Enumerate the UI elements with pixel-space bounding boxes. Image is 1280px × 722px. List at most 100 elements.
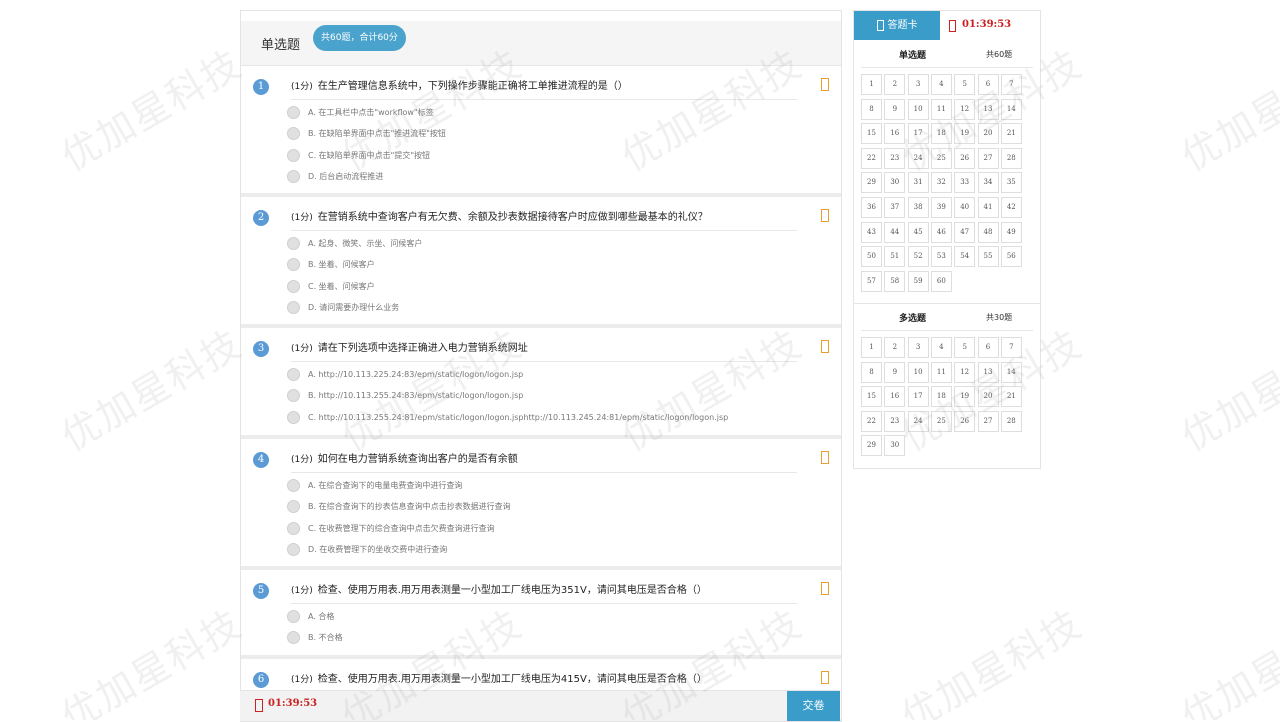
question-index-cell[interactable]: 17 [907,386,929,408]
question-index-cell[interactable]: 18 [930,386,952,408]
question-index-cell[interactable]: 30 [884,172,906,194]
bookmark-icon[interactable] [821,451,829,464]
radio-button[interactable] [287,631,300,644]
question-index-cell[interactable]: 2 [884,74,906,95]
question-index-cell[interactable]: 55 [977,246,999,268]
question-index-cell[interactable]: 9 [884,361,906,383]
question-index-cell[interactable]: 11 [930,361,952,383]
question-index-cell[interactable]: 35 [1000,172,1022,194]
radio-button[interactable] [287,148,300,162]
radio-button[interactable] [287,236,300,250]
question-index-cell[interactable]: 4 [930,74,952,95]
question-index-cell[interactable]: 30 [884,435,906,457]
question-index-cell[interactable]: 5 [954,74,976,95]
bookmark-icon[interactable] [821,340,829,353]
question-index-cell[interactable]: 22 [861,147,882,169]
question-index-cell[interactable]: 10 [907,361,929,383]
question-index-cell[interactable]: 2 [884,337,906,358]
question-index-cell[interactable]: 18 [930,123,952,145]
bookmark-icon[interactable] [821,582,829,595]
question-index-cell[interactable]: 45 [907,221,929,243]
question-index-cell[interactable]: 8 [861,98,882,120]
question-index-cell[interactable]: 26 [954,410,976,432]
radio-button[interactable] [287,410,300,424]
question-index-cell[interactable]: 23 [884,147,906,169]
radio-button[interactable] [287,609,300,623]
answer-option[interactable]: B. 不合格 [287,630,343,646]
question-index-cell[interactable]: 40 [954,197,976,218]
question-index-cell[interactable]: 58 [884,270,906,292]
question-index-cell[interactable]: 37 [884,197,906,218]
question-index-cell[interactable]: 3 [907,74,929,95]
question-index-cell[interactable]: 50 [861,246,882,268]
question-index-cell[interactable]: 26 [954,147,976,169]
answer-option[interactable]: D. 后台启动流程推进 [287,169,383,185]
radio-button[interactable] [287,301,300,314]
question-index-cell[interactable]: 21 [1000,123,1022,145]
question-index-cell[interactable]: 17 [907,123,929,145]
question-index-cell[interactable]: 46 [930,221,952,243]
question-index-cell[interactable]: 47 [954,221,976,243]
question-index-cell[interactable]: 33 [954,172,976,194]
radio-button[interactable] [287,105,300,119]
question-index-cell[interactable]: 48 [977,221,999,243]
radio-button[interactable] [287,170,300,183]
question-index-cell[interactable]: 54 [954,246,976,268]
radio-button[interactable] [287,500,300,513]
answer-option[interactable]: B. 在缺陷单界面中点击"推进流程"按钮 [287,126,446,142]
question-index-cell[interactable]: 28 [1000,410,1022,432]
question-index-cell[interactable]: 27 [977,410,999,432]
question-index-cell[interactable]: 41 [977,197,999,218]
question-index-cell[interactable]: 23 [884,410,906,432]
answer-option[interactable]: A. 合格 [287,608,334,624]
question-index-cell[interactable]: 3 [907,337,929,358]
question-index-cell[interactable]: 49 [1000,221,1022,243]
answer-option[interactable]: C. 在收费管理下的综合查询中点击欠费查询进行查询 [287,520,495,536]
question-index-cell[interactable]: 56 [1000,246,1022,268]
question-index-cell[interactable]: 7 [1000,337,1022,358]
bookmark-icon[interactable] [821,671,829,684]
question-index-cell[interactable]: 19 [954,123,976,145]
question-index-cell[interactable]: 53 [930,246,952,268]
question-index-cell[interactable]: 1 [861,74,882,95]
question-index-cell[interactable]: 5 [954,337,976,358]
answer-option[interactable]: D. 请问需要办理什么业务 [287,300,399,316]
question-index-cell[interactable]: 27 [977,147,999,169]
radio-button[interactable] [287,521,300,535]
answer-option[interactable]: C. http://10.113.255.24:81/epm/static/lo… [287,409,728,425]
question-index-cell[interactable]: 60 [930,270,952,292]
question-index-cell[interactable]: 31 [907,172,929,194]
bookmark-icon[interactable] [821,209,829,222]
question-index-cell[interactable]: 36 [861,197,882,218]
question-index-cell[interactable]: 24 [907,410,929,432]
answer-option[interactable]: B. http://10.113.255.24:83/epm/static/lo… [287,388,523,404]
radio-button[interactable] [287,127,300,140]
question-index-cell[interactable]: 12 [954,361,976,383]
question-index-cell[interactable]: 7 [1000,74,1022,95]
radio-button[interactable] [287,478,300,492]
question-index-cell[interactable]: 38 [907,197,929,218]
question-index-cell[interactable]: 15 [861,386,882,408]
question-index-cell[interactable]: 6 [977,74,999,95]
question-index-cell[interactable]: 4 [930,337,952,358]
answer-option[interactable]: A. 起身、微笑、示坐、问候客户 [287,235,422,251]
question-index-cell[interactable]: 20 [977,386,999,408]
question-index-cell[interactable]: 29 [861,172,882,194]
question-index-cell[interactable]: 42 [1000,197,1022,218]
question-index-cell[interactable]: 15 [861,123,882,145]
radio-button[interactable] [287,389,300,402]
question-index-cell[interactable]: 57 [861,270,882,292]
question-index-cell[interactable]: 29 [861,435,882,457]
question-index-cell[interactable]: 52 [907,246,929,268]
radio-button[interactable] [287,367,300,381]
question-index-cell[interactable]: 12 [954,98,976,120]
question-index-cell[interactable]: 13 [977,98,999,120]
question-index-cell[interactable]: 28 [1000,147,1022,169]
answer-option[interactable]: C. 在缺陷单界面中点击"提交"按钮 [287,147,430,163]
question-index-cell[interactable]: 39 [930,197,952,218]
question-index-cell[interactable]: 16 [884,386,906,408]
question-index-cell[interactable]: 43 [861,221,882,243]
question-index-cell[interactable]: 11 [930,98,952,120]
answer-option[interactable]: D. 在收费管理下的坐收交费中进行查询 [287,542,447,558]
question-index-cell[interactable]: 22 [861,410,882,432]
